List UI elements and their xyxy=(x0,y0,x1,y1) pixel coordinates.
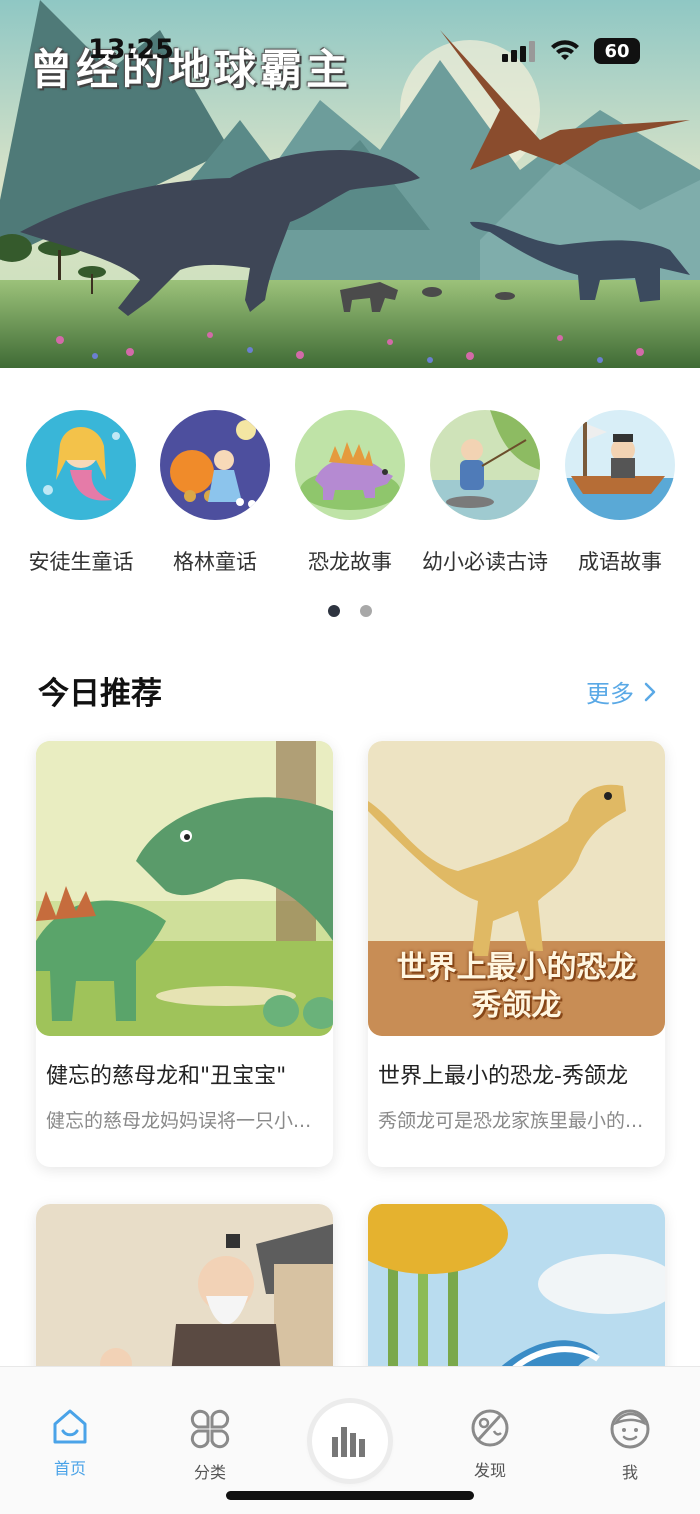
page-dot-active[interactable] xyxy=(328,605,340,617)
card-image-caption: 世界上最小的恐龙 秀颌龙 xyxy=(368,949,665,1025)
card-title: 世界上最小的恐龙-秀颌龙 xyxy=(378,1064,628,1089)
tab-category[interactable]: 分类 xyxy=(170,1407,250,1483)
compsognathus-image: 世界上最小的恐龙 秀颌龙 xyxy=(368,741,665,1036)
tab-home[interactable]: 首页 xyxy=(30,1407,110,1479)
home-icon xyxy=(53,1409,87,1444)
caption-line-2: 秀颌龙 xyxy=(471,988,562,1023)
category-poems[interactable]: 幼小必读古诗 xyxy=(415,410,555,576)
category-andersen[interactable]: 安徒生童话 xyxy=(11,410,151,576)
page-dot[interactable] xyxy=(360,605,372,617)
cinderella-carriage-image xyxy=(160,410,270,520)
discover-icon xyxy=(471,1409,509,1447)
status-time: 13:25 xyxy=(88,34,174,65)
audio-bars-icon xyxy=(332,1427,365,1457)
category-icon xyxy=(190,1409,230,1449)
chevron-right-icon xyxy=(644,682,656,701)
category-carousel[interactable]: 安徒生童话 格林童话 恐龙故事 幼小必读古诗 成语故事 xyxy=(0,410,700,580)
more-label: 更多 xyxy=(586,680,634,708)
tab-label: 发现 xyxy=(473,1461,506,1480)
section-title: 今日推荐 xyxy=(38,676,162,712)
caption-line-1: 世界上最小的恐龙 xyxy=(396,950,637,985)
wifi-icon xyxy=(551,40,579,60)
fishing-boy-image xyxy=(430,410,540,520)
tab-label: 分类 xyxy=(193,1463,226,1482)
card-description: 健忘的慈母龙妈妈误将一只小... xyxy=(46,1110,312,1132)
card-title: 健忘的慈母龙和"丑宝宝" xyxy=(46,1064,287,1089)
category-label: 成语故事 xyxy=(578,550,662,574)
home-indicator[interactable] xyxy=(226,1491,474,1500)
category-label: 安徒生童话 xyxy=(28,550,134,574)
stegosaurus-image xyxy=(295,410,405,520)
status-indicators: 60 xyxy=(502,38,640,64)
category-label: 格林童话 xyxy=(173,550,257,574)
boat-man-image xyxy=(565,410,675,520)
tab-label: 我 xyxy=(621,1463,638,1482)
card-description: 秀颌龙可是恐龙家族里最小的... xyxy=(378,1110,644,1132)
player-button[interactable] xyxy=(312,1403,388,1479)
tab-discover[interactable]: 发现 xyxy=(450,1407,530,1481)
tab-label: 首页 xyxy=(53,1459,86,1478)
category-label: 幼小必读古诗 xyxy=(422,550,548,574)
category-idioms[interactable]: 成语故事 xyxy=(550,410,690,576)
category-dinosaur[interactable]: 恐龙故事 xyxy=(280,410,420,576)
tab-profile[interactable]: 我 xyxy=(590,1407,670,1483)
maiasaura-image xyxy=(36,741,333,1036)
signal-icon xyxy=(502,41,535,62)
battery-icon: 60 xyxy=(594,38,640,64)
home-screen: 曾经的地球霸主 13:25 60 安徒生童话 格林童话 恐龙故事 幼小必读古诗 … xyxy=(0,0,700,1514)
more-link[interactable]: 更多 xyxy=(586,674,656,709)
category-label: 恐龙故事 xyxy=(308,550,392,574)
profile-icon xyxy=(610,1409,650,1449)
story-card[interactable]: 健忘的慈母龙和"丑宝宝" 健忘的慈母龙妈妈误将一只小... xyxy=(36,741,333,1167)
mermaid-image xyxy=(26,410,136,520)
category-grimm[interactable]: 格林童话 xyxy=(145,410,285,576)
hero-title: 曾经的地球霸主 xyxy=(30,45,353,94)
carousel-pagination xyxy=(0,605,700,617)
story-card[interactable]: 世界上最小的恐龙 秀颌龙 世界上最小的恐龙-秀颌龙 秀颌龙可是恐龙家族里最小的.… xyxy=(368,741,665,1167)
